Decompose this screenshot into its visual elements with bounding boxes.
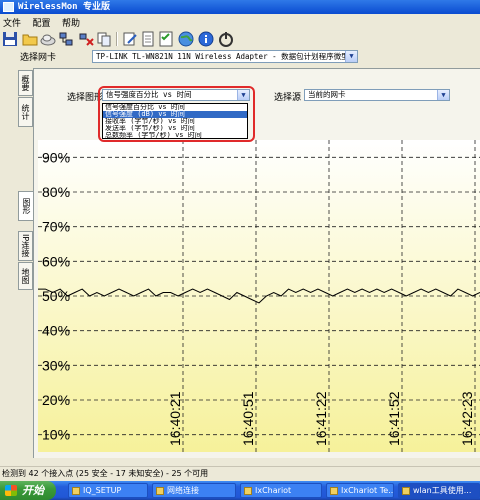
cloud-icon[interactable] <box>40 31 56 47</box>
x-tick-label: 16:41:22 <box>313 391 329 446</box>
signal-chart: 90% 80% 70% 60% 50% 40% 30% 20% 10% 16:40:21 16:40… <box>38 140 480 452</box>
edit-icon[interactable] <box>122 31 138 47</box>
graph-type-option[interactable]: 接收率 (字节/秒) vs 时间 <box>103 118 247 125</box>
x-tick-label: 16:41:52 <box>386 391 402 446</box>
x-tick-label: 16:40:21 <box>167 391 183 446</box>
tab-summary[interactable]: 概要 <box>18 70 33 96</box>
app-icon <box>3 2 14 12</box>
graph-type-option[interactable]: 信号强度百分比 vs 时间 <box>103 104 247 111</box>
network-icon <box>156 487 164 495</box>
x-tick-label: 16:42:23 <box>459 391 475 446</box>
graph-type-label: 选择图形 <box>67 93 104 103</box>
menu-bar: 文件 配置 帮助 <box>0 14 480 29</box>
y-tick-label: 70% <box>42 219 70 235</box>
y-tick-label: 60% <box>42 253 70 269</box>
y-tick-label: 50% <box>42 288 70 304</box>
checklist-icon[interactable] <box>158 31 174 47</box>
globe-icon[interactable] <box>178 31 194 47</box>
tab-graph[interactable]: 图形 <box>18 191 34 221</box>
app-icon <box>244 487 252 495</box>
taskbar-item-network[interactable]: 网络连接 <box>152 483 236 498</box>
start-label: 开始 <box>22 484 44 497</box>
nic-select-value: TP-LINK TL-WN821N 11N Wireless Adapter -… <box>96 52 358 61</box>
chevron-down-icon[interactable]: ▼ <box>437 90 449 100</box>
side-tab-strip: 概要 统计 图形 IP连接 地图 <box>18 68 34 458</box>
copy-icon[interactable] <box>96 31 112 47</box>
source-select[interactable]: 当前的网卡 ▼ <box>304 89 450 101</box>
app-icon <box>330 487 338 495</box>
graph-type-option-selected[interactable]: 信号强度 (dB) vs 时间 <box>103 111 247 118</box>
source-label: 选择源 <box>274 93 302 103</box>
taskbar-item-iq-setup[interactable]: IQ_SETUP <box>68 483 148 498</box>
status-text: 检测到 42 个接入点 (25 安全 - 17 未知安全) - 25 个可用 <box>2 469 209 478</box>
y-tick-label: 40% <box>42 323 70 339</box>
network-icon[interactable] <box>58 31 74 47</box>
disconnect-icon[interactable] <box>78 31 94 47</box>
save-icon[interactable] <box>2 31 18 47</box>
folder-icon <box>72 487 80 495</box>
document-icon <box>402 487 410 495</box>
windows-logo-icon <box>5 485 17 496</box>
graph-type-option[interactable]: 发送率 (字节/秒) vs 时间 <box>103 125 247 132</box>
y-tick-label: 90% <box>42 149 70 165</box>
toolbar-separator <box>116 32 118 46</box>
taskbar-item-ixchariot[interactable]: IxChariot <box>240 483 322 498</box>
tab-map[interactable]: 地图 <box>18 262 33 290</box>
tab-statistics[interactable]: 统计 <box>18 97 33 127</box>
x-tick-label: 16:40:51 <box>240 391 256 446</box>
y-tick-label: 30% <box>42 357 70 373</box>
menu-config[interactable]: 配置 <box>30 14 56 29</box>
document-icon[interactable] <box>140 31 156 47</box>
help-icon[interactable] <box>198 31 214 47</box>
chevron-down-icon[interactable]: ▼ <box>237 90 249 100</box>
graph-type-dropdown-list: 信号强度百分比 vs 时间 信号强度 (dB) vs 时间 接收率 (字节/秒)… <box>102 103 248 139</box>
toolbar <box>0 29 480 49</box>
nic-label: 选择网卡 <box>20 53 57 63</box>
open-folder-icon[interactable] <box>22 31 38 47</box>
power-icon[interactable] <box>218 31 234 47</box>
y-tick-label: 10% <box>42 427 70 443</box>
status-bar: 检测到 42 个接入点 (25 安全 - 17 未知安全) - 25 个可用 <box>0 466 480 480</box>
y-tick-label: 80% <box>42 184 70 200</box>
title-bar: WirelessMon 专业版 <box>0 0 480 14</box>
taskbar-item-wlan-tool[interactable]: wlan工具使用... <box>398 483 480 498</box>
source-select-value: 当前的网卡 <box>308 90 346 99</box>
taskbar-item-ixchariot-te[interactable]: IxChariot Te... <box>326 483 394 498</box>
window-title: WirelessMon 专业版 <box>18 2 111 12</box>
graph-type-select[interactable]: 信号强度百分比 vs 时间 ▼ <box>102 89 250 101</box>
nic-selector-row: 选择网卡 TP-LINK TL-WN821N 11N Wireless Adap… <box>0 49 480 65</box>
start-button[interactable]: 开始 <box>0 481 56 500</box>
menu-help[interactable]: 帮助 <box>59 14 85 29</box>
nic-select[interactable]: TP-LINK TL-WN821N 11N Wireless Adapter -… <box>92 50 358 63</box>
y-tick-label: 20% <box>42 392 70 408</box>
graph-type-option[interactable]: 总数频率 (字节/秒) vs 时间 <box>103 132 247 139</box>
menu-file[interactable]: 文件 <box>0 14 26 29</box>
graph-type-select-value: 信号强度百分比 vs 时间 <box>106 90 192 99</box>
taskbar: 开始 IQ_SETUP 网络连接 IxChariot IxChariot Te.… <box>0 481 480 500</box>
tab-ip-connections[interactable]: IP连接 <box>18 231 33 261</box>
chevron-down-icon[interactable]: ▼ <box>345 51 357 62</box>
